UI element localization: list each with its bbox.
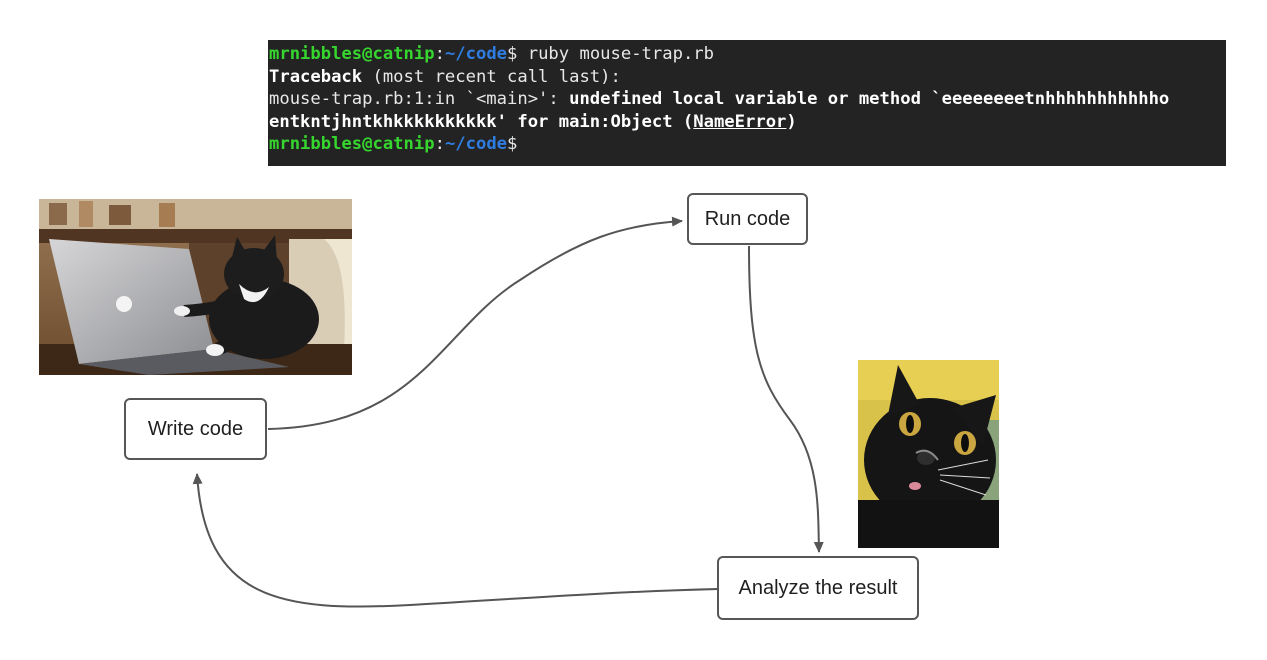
arrow-run-to-analyze	[748, 245, 824, 553]
node-write-code-label: Write code	[147, 417, 244, 440]
laptop-cat-photo	[39, 199, 352, 375]
node-run-code-label: Run code	[704, 207, 791, 230]
node-write-code: Write code	[124, 398, 267, 460]
node-analyze-result: Analyze the result	[717, 556, 919, 620]
arrow-analyze-to-write	[192, 473, 719, 608]
node-run-code: Run code	[687, 193, 808, 245]
surprised-cat-photo	[858, 360, 999, 548]
node-analyze-result-label: Analyze the result	[738, 576, 898, 599]
